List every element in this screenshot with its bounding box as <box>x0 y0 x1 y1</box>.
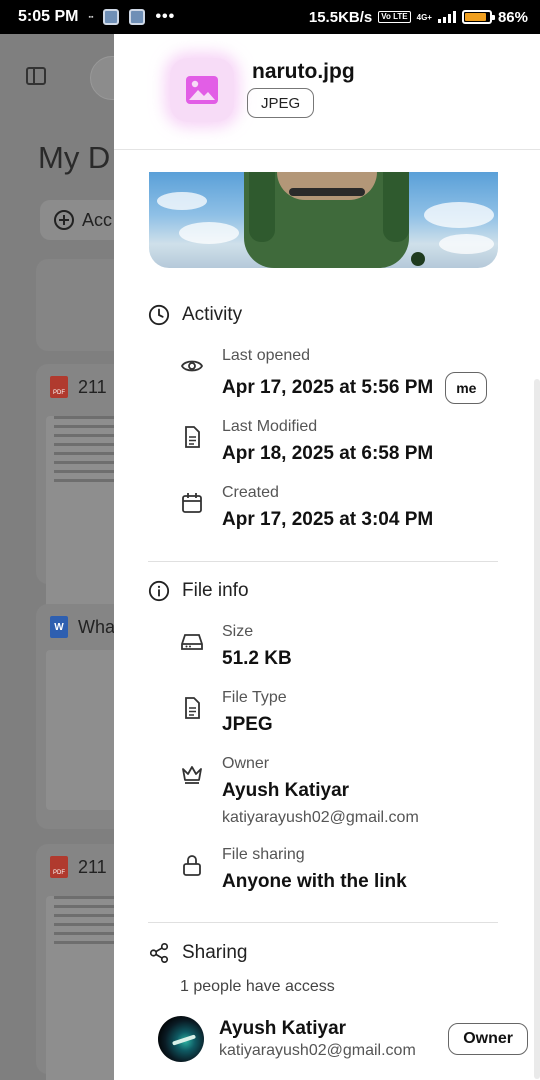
file-info-heading: File info <box>182 580 249 601</box>
battery-icon <box>461 10 495 24</box>
last-modified-row: Last Modified Apr 18, 2025 at 6:58 PM <box>180 417 433 465</box>
battery-percent: 86% <box>497 8 528 26</box>
member-email: katiyarayush02@gmail.com <box>219 1042 416 1059</box>
avatar <box>158 1016 204 1062</box>
notification-mark-icon: ▪▪ <box>88 13 94 21</box>
last-opened-label: Last opened <box>222 347 311 364</box>
plus-circle-icon <box>54 210 74 230</box>
word-icon: W <box>50 616 68 638</box>
last-opened-value: Apr 17, 2025 at 5:56 PM <box>222 377 434 398</box>
file-sharing-row: File sharing Anyone with the link <box>180 845 407 893</box>
clock-icon <box>148 304 170 326</box>
owner-email: katiyarayush02@gmail.com <box>222 809 419 826</box>
image-icon <box>170 58 234 122</box>
created-label: Created <box>222 484 279 501</box>
network-speed: 15.5KB/s <box>308 8 373 26</box>
created-row: Created Apr 17, 2025 at 3:04 PM <box>180 483 433 531</box>
owner-label: Owner <box>222 755 270 772</box>
page-title: My D <box>38 140 111 175</box>
document-icon <box>180 696 204 720</box>
divider <box>148 561 498 562</box>
lock-icon <box>180 853 204 877</box>
file-card-title: Wha <box>78 616 116 637</box>
me-chip: me <box>445 372 488 404</box>
pdf-icon: PDF <box>50 856 68 878</box>
created-value: Apr 17, 2025 at 3:04 PM <box>222 509 434 530</box>
access-summary: 1 people have access <box>180 978 335 995</box>
last-opened-row: Last opened Apr 17, 2025 at 5:56 PM me <box>180 346 488 404</box>
size-label: Size <box>222 623 254 640</box>
file-sharing-label: File sharing <box>222 846 305 863</box>
more-notifications-icon: ••• <box>155 8 176 25</box>
member-row[interactable]: Ayush Katiyar katiyarayush02@gmail.com O… <box>158 1016 528 1062</box>
activity-heading: Activity <box>182 304 243 325</box>
file-name: naruto.jpg <box>252 60 355 83</box>
info-icon <box>148 580 170 602</box>
file-card-title: 211 <box>78 376 107 397</box>
file-type-row: File Type JPEG <box>180 688 287 736</box>
sharing-section-heading: Sharing <box>148 942 248 964</box>
file-type-value: JPEG <box>222 714 273 735</box>
document-icon <box>180 425 204 449</box>
file-sharing-value: Anyone with the link <box>222 871 407 892</box>
pdf-icon: PDF <box>50 376 68 398</box>
owner-name: Ayush Katiyar <box>222 780 350 801</box>
status-time: 5:05 PM <box>18 8 79 25</box>
eye-icon <box>180 354 204 378</box>
file-card-title: 211 <box>78 856 107 877</box>
divider <box>148 922 498 923</box>
add-button-label: Acc <box>82 209 113 230</box>
status-bar: 5:05 PM ▪▪ ••• 15.5KB/s Vo LTE 4G+ 86% <box>0 0 540 34</box>
file-type-chip: JPEG <box>247 88 315 118</box>
sharing-heading: Sharing <box>182 942 248 963</box>
image-preview[interactable] <box>149 172 498 268</box>
calendar-icon <box>180 491 204 515</box>
last-modified-label: Last Modified <box>222 418 318 435</box>
member-name: Ayush Katiyar <box>219 1018 347 1039</box>
owner-role-chip[interactable]: Owner <box>448 1023 528 1055</box>
scrollbar[interactable] <box>534 379 540 1079</box>
details-header: naruto.jpg JPEG <box>114 34 540 150</box>
signal-icon <box>437 11 456 23</box>
app-notification-icon <box>129 9 146 25</box>
volte-icon: Vo LTE <box>378 11 411 23</box>
file-type-label: File Type <box>222 689 287 706</box>
last-modified-value: Apr 18, 2025 at 6:58 PM <box>222 443 434 464</box>
app-notification-icon <box>103 9 120 25</box>
owner-row: Owner Ayush Katiyar katiyarayush02@gmail… <box>180 754 419 827</box>
share-icon <box>149 943 169 963</box>
crown-icon <box>180 762 204 786</box>
file-details-panel[interactable]: naruto.jpg JPEG Activity Last opened Apr… <box>114 34 540 1080</box>
activity-section-heading: Activity <box>148 304 242 326</box>
file-info-section-heading: File info <box>148 580 249 602</box>
size-value: 51.2 KB <box>222 648 292 669</box>
storage-drive-icon <box>180 630 204 654</box>
size-row: Size 51.2 KB <box>180 622 292 670</box>
sidebar-toggle-icon[interactable] <box>26 67 46 85</box>
network-type: 4G+ <box>416 12 432 22</box>
